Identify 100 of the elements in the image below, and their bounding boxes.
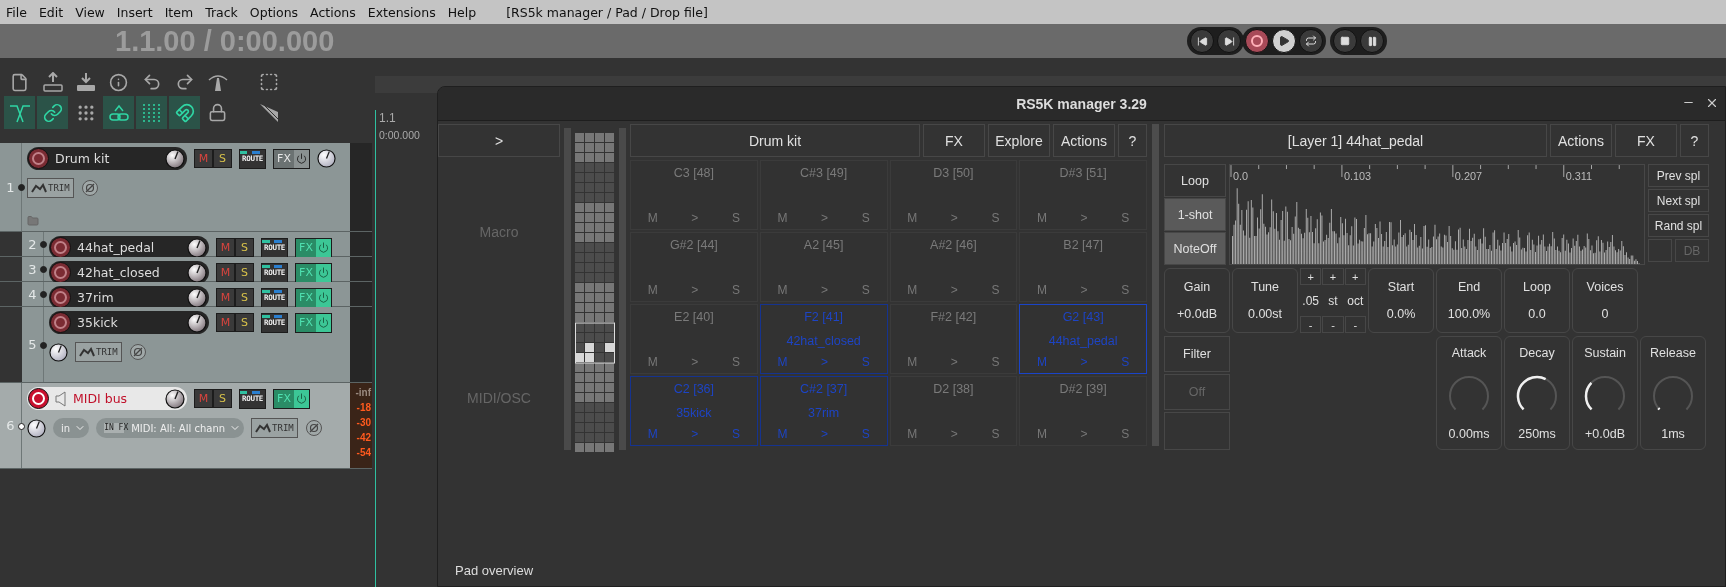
fx-button[interactable]: FX <box>273 148 310 169</box>
menu-item[interactable]: Edit <box>38 4 64 20</box>
drum-pad[interactable]: F2 [41] 42hat_closed M > S <box>759 304 888 374</box>
pad-control[interactable]: S <box>991 283 1000 297</box>
mute-button[interactable]: M <box>216 288 235 307</box>
increment-button[interactable]: + <box>1344 268 1366 285</box>
pad-control[interactable]: > <box>821 355 829 369</box>
menu-item[interactable]: Track <box>205 4 238 20</box>
drum-pad[interactable]: B2 [47] M > S <box>1019 232 1147 302</box>
pad-control[interactable]: > <box>691 427 699 441</box>
envelope-knob[interactable]: Release 1ms <box>1640 336 1706 450</box>
menu-item[interactable]: File <box>6 4 27 20</box>
mode-button[interactable]: Loop <box>1164 164 1226 197</box>
track-name-field[interactable]: MIDI bus <box>27 387 187 410</box>
mute-button[interactable]: M <box>216 263 235 282</box>
increment-button[interactable]: + <box>1322 268 1344 285</box>
drum-pad[interactable]: A2 [45] M > S <box>759 232 888 302</box>
rack-button[interactable]: ? <box>1118 124 1147 157</box>
pad-control[interactable]: M <box>647 427 658 441</box>
pad-control[interactable]: > <box>950 283 958 297</box>
mute-button[interactable]: M <box>194 389 213 408</box>
menu-item[interactable]: Extensions <box>367 4 436 20</box>
layer-button[interactable]: [Layer 1] 44hat_pedal <box>1164 124 1547 157</box>
drum-pad[interactable]: G#2 [44] M > S <box>630 232 758 302</box>
pad-control[interactable]: > <box>1080 211 1088 225</box>
fx-button[interactable]: FX <box>295 262 332 283</box>
menu-item[interactable]: Actions <box>310 4 356 20</box>
pad-control[interactable]: > <box>1080 427 1088 441</box>
envelope-knob[interactable]: Attack 0.00ms <box>1436 336 1502 450</box>
menu-item[interactable]: Item <box>164 4 194 20</box>
pad-control[interactable]: S <box>1121 211 1130 225</box>
pad-control[interactable]: M <box>907 427 918 441</box>
pad-control[interactable]: M <box>647 283 658 297</box>
waveform-display[interactable]: 0.0 0.103 0.207 0.311 <box>1229 164 1645 265</box>
pad-control[interactable]: M <box>1037 427 1048 441</box>
expand-button[interactable]: > <box>438 124 560 157</box>
menu-item[interactable]: Insert <box>116 4 153 20</box>
fx-button[interactable]: FX <box>295 312 332 333</box>
trim-button[interactable]: TRIM <box>75 342 122 362</box>
solo-button[interactable]: S <box>235 263 254 282</box>
pad-control[interactable]: > <box>691 211 699 225</box>
increment-button[interactable]: + <box>1300 268 1322 285</box>
rack-button[interactable]: FX <box>923 124 985 157</box>
pad-control[interactable]: M <box>647 355 658 369</box>
menu-item[interactable]: View <box>75 4 105 20</box>
input-dropdown[interactable]: in <box>53 418 90 438</box>
pad-control[interactable]: M <box>907 283 918 297</box>
pad-control[interactable]: S <box>1121 355 1130 369</box>
fx-button[interactable]: FX <box>295 237 332 258</box>
sample-button[interactable]: Rand spl <box>1648 214 1709 237</box>
sample-button[interactable]: Prev spl <box>1648 164 1709 187</box>
pad-control[interactable]: > <box>1080 283 1088 297</box>
rack-button[interactable]: Drum kit <box>630 124 920 157</box>
mode-button[interactable]: NoteOff <box>1164 232 1226 265</box>
pad-control[interactable]: S <box>991 211 1000 225</box>
pad-control[interactable]: M <box>1037 283 1048 297</box>
solo-button[interactable]: S <box>235 238 254 257</box>
pad-control[interactable]: M <box>777 211 788 225</box>
midi-input-dropdown[interactable]: IN FX MIDI: All: All chann <box>96 418 245 438</box>
decrement-button[interactable]: - <box>1344 316 1366 333</box>
rack-button[interactable]: Actions <box>1053 124 1115 157</box>
pad-control[interactable]: M <box>777 355 788 369</box>
pad-control[interactable]: S <box>861 427 870 441</box>
pad-control[interactable]: S <box>991 427 1000 441</box>
pad-control[interactable]: M <box>907 211 918 225</box>
pad-control[interactable]: M <box>777 427 788 441</box>
sample-button[interactable]: Next spl <box>1648 189 1709 212</box>
mode-button[interactable]: 1-shot <box>1164 198 1226 231</box>
pad-control[interactable]: S <box>861 355 870 369</box>
mute-button[interactable]: M <box>216 313 235 332</box>
trim-button[interactable]: TRIM <box>251 418 298 438</box>
pad-control[interactable]: M <box>647 211 658 225</box>
envelope-knob[interactable]: Sustain +0.0dB <box>1572 336 1638 450</box>
pad-control[interactable]: M <box>1037 211 1048 225</box>
parameter-control[interactable]: End 100.0% <box>1436 268 1502 333</box>
drum-pad[interactable]: C#3 [49] M > S <box>759 160 888 230</box>
parameter-control[interactable]: Start 0.0% <box>1368 268 1434 333</box>
filter-button[interactable]: Filter <box>1164 336 1230 372</box>
pad-control[interactable]: > <box>1080 355 1088 369</box>
drum-pad[interactable]: C3 [48] M > S <box>630 160 758 230</box>
envelope-knob[interactable]: Decay 250ms <box>1504 336 1570 450</box>
pad-control[interactable]: S <box>731 355 740 369</box>
pad-control[interactable]: > <box>950 427 958 441</box>
pad-control[interactable]: M <box>777 283 788 297</box>
drum-pad[interactable]: D2 [38] M > S <box>889 376 1018 446</box>
solo-button[interactable]: S <box>235 288 254 307</box>
layer-button[interactable]: ? <box>1680 124 1709 157</box>
parameter-control[interactable]: Voices 0 <box>1572 268 1638 333</box>
pad-control[interactable]: > <box>691 283 699 297</box>
rack-button[interactable]: Explore <box>988 124 1050 157</box>
track-name-field[interactable]: 42hat_closed <box>49 261 209 284</box>
pad-control[interactable]: S <box>731 283 740 297</box>
mute-button[interactable]: M <box>194 149 213 168</box>
trim-button[interactable]: TRIM <box>27 178 74 198</box>
pad-control[interactable]: S <box>991 355 1000 369</box>
drum-pad[interactable]: D#2 [39] M > S <box>1019 376 1147 446</box>
track-name-field[interactable]: Drum kit <box>27 147 187 170</box>
drum-pad[interactable]: F#2 [42] M > S <box>889 304 1018 374</box>
pad-control[interactable]: S <box>1121 427 1130 441</box>
pad-control[interactable]: > <box>950 355 958 369</box>
